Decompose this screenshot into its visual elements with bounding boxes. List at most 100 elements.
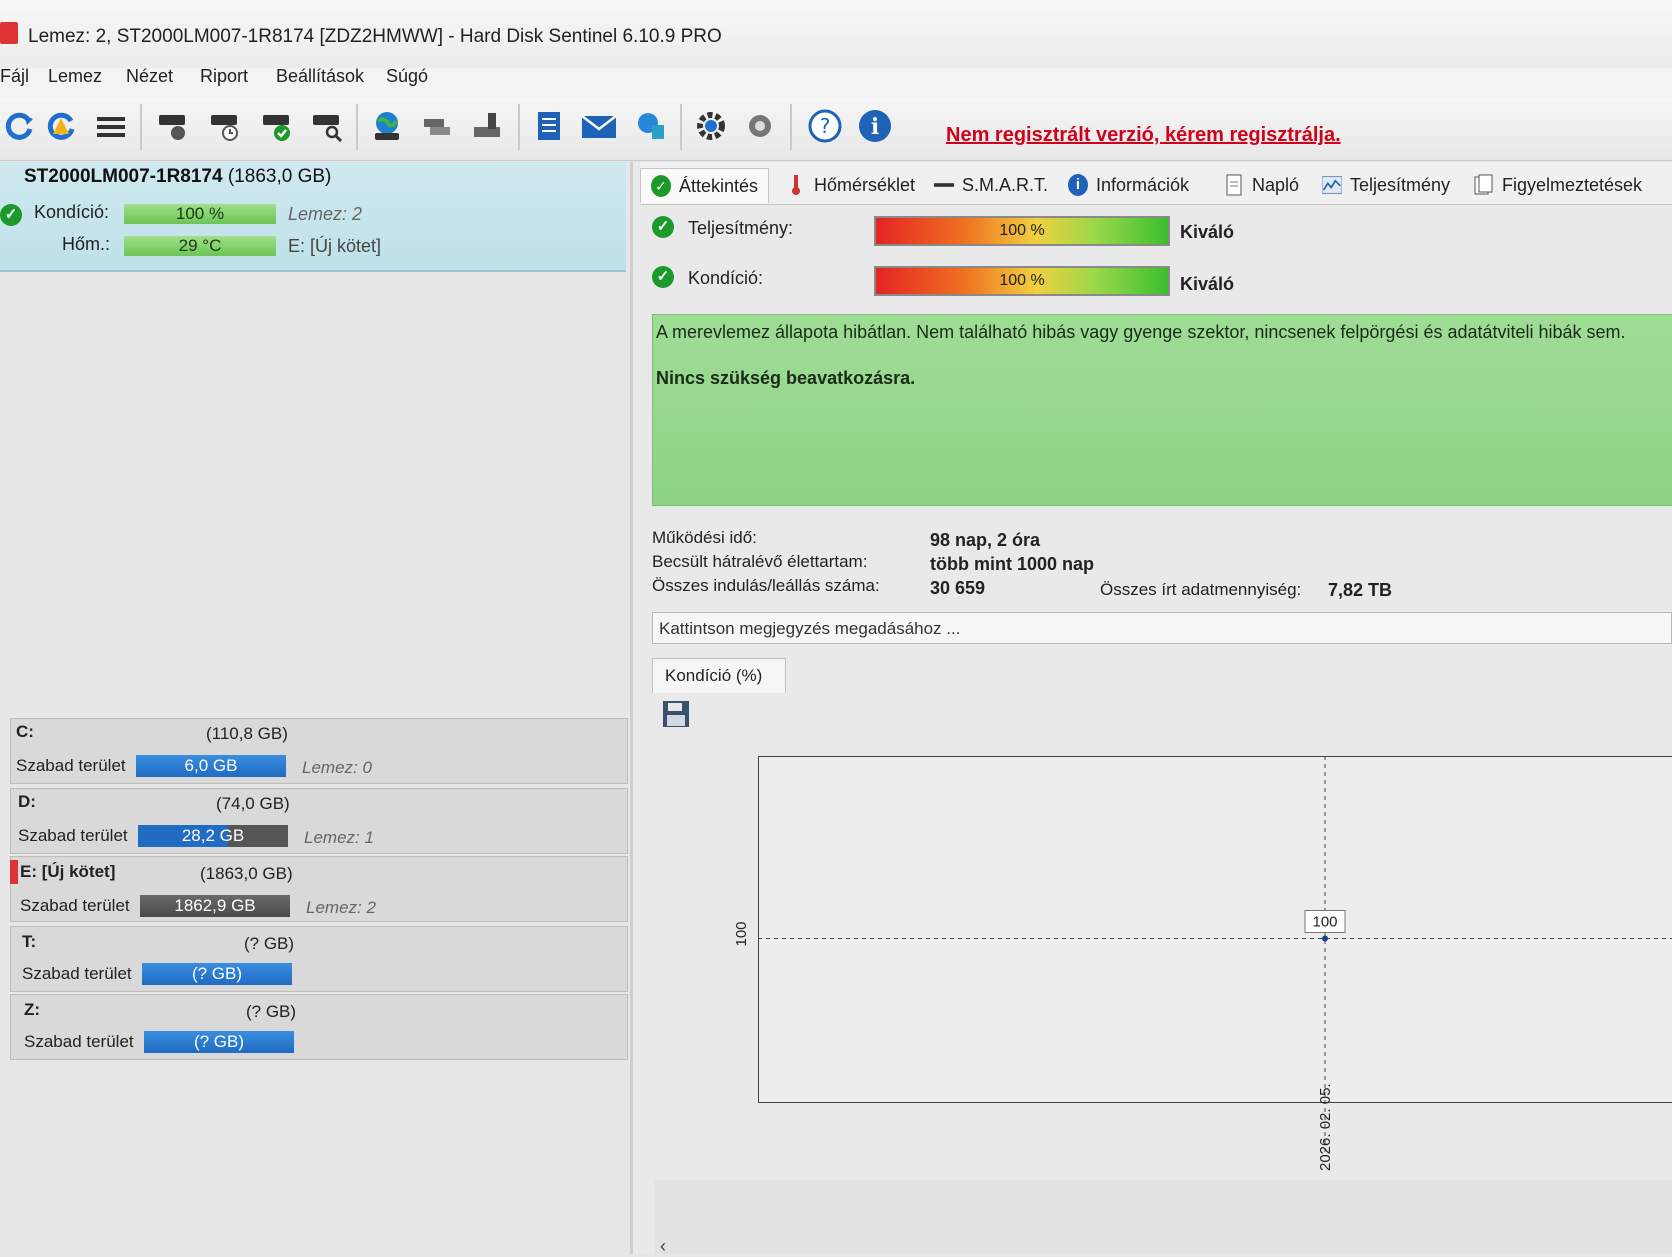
free-space-bar: (? GB): [144, 1031, 294, 1053]
tab-temperature[interactable]: Hőmérséklet: [786, 168, 915, 202]
toolbar-separator: [356, 104, 358, 150]
data-point: [1322, 935, 1328, 942]
start-stop-label: Összes indulás/leállás száma:: [652, 576, 880, 595]
help-icon[interactable]: ?: [806, 106, 844, 146]
check-circle-icon: ✓: [652, 216, 674, 238]
free-space-label: Szabad terület: [20, 896, 130, 915]
x-tick-label: 2026. 02. 05.: [1317, 1083, 1334, 1171]
tab-performance[interactable]: Teljesítmény: [1322, 168, 1450, 202]
condition-bar: 100 %: [874, 266, 1170, 296]
volume-name: T:: [22, 932, 37, 951]
tab-label: Információk: [1096, 174, 1190, 195]
condition-rating: Kiváló: [1180, 274, 1235, 294]
volume-disk: Lemez: 0: [302, 758, 372, 777]
volume-name: D:: [18, 792, 36, 811]
volume-name: Z:: [24, 1000, 41, 1019]
free-space-bar: (? GB): [142, 963, 292, 985]
tab-overview[interactable]: ✓ Áttekintés: [640, 168, 770, 203]
svg-text:?: ?: [820, 114, 831, 138]
tab-log[interactable]: Napló: [1224, 168, 1299, 202]
menu-report[interactable]: Riport: [200, 66, 248, 87]
point-label: 100: [1312, 914, 1337, 931]
condition-label: Kondíció:: [688, 268, 764, 288]
app-logo-icon: [0, 22, 18, 44]
disk-check-icon[interactable]: [258, 106, 296, 146]
volume-name: E: [Új kötet]: [20, 862, 116, 881]
volume-size: (? GB): [244, 934, 295, 953]
performance-bar: 100 %: [874, 216, 1170, 246]
report-icon[interactable]: [530, 106, 568, 146]
menu-file[interactable]: Fájl: [0, 66, 29, 87]
volume-size: (74,0 GB): [216, 794, 290, 813]
remaining-life-label: Becsült hátralévő élettartam:: [652, 552, 868, 571]
globe-disk-icon[interactable]: [368, 106, 406, 146]
disk-list-pane: [0, 162, 633, 1254]
y-tick-label: 100: [733, 921, 750, 946]
refresh-icon[interactable]: [0, 106, 38, 146]
minus-icon: [934, 175, 954, 195]
disk-temp-label: Hőm.:: [62, 234, 111, 254]
disk-schedule-icon[interactable]: [206, 106, 244, 146]
toolbar-separator: [140, 104, 142, 150]
status-message: A merevlemez állapota hibátlan. Nem talá…: [656, 322, 1626, 342]
disk-model: ST2000LM007-1R8174: [24, 166, 223, 187]
check-circle-icon: ✓: [0, 204, 22, 226]
volume-disk: Lemez: 1: [304, 828, 374, 847]
toolbar-separator: [518, 104, 520, 150]
action-message: Nincs szükség beavatkozásra.: [656, 368, 916, 388]
condition-chart-svg: 100 100 2026. 02. 05.: [733, 756, 1672, 1171]
note-input[interactable]: Kattintson megjegyzés megadásához ...: [652, 612, 1672, 644]
menu-disk[interactable]: Lemez: [48, 66, 102, 87]
volume-size: (110,8 GB): [206, 724, 288, 743]
tab-label: S.M.A.R.T.: [962, 174, 1049, 195]
free-space-label: Szabad terület: [22, 964, 132, 983]
performance-rating: Kiváló: [1180, 222, 1235, 242]
written-data-value: 7,82 TB: [1328, 580, 1393, 600]
performance-label: Teljesítmény:: [688, 218, 794, 238]
volume-size: (1863,0 GB): [200, 864, 293, 883]
disk-condition-bar: 100 %: [124, 204, 276, 224]
free-space-label: Szabad terület: [24, 1032, 134, 1051]
backup-icon[interactable]: [418, 106, 456, 146]
info-icon[interactable]: i: [856, 106, 894, 146]
performance-chart-icon: [1322, 175, 1342, 195]
disk-size: (1863,0 GB): [227, 166, 332, 187]
register-link[interactable]: Nem regisztrált verzió, kérem regisztrál…: [946, 124, 1341, 147]
menu-view[interactable]: Nézet: [126, 66, 173, 87]
free-space-bar: 1862,9 GB: [140, 895, 290, 917]
disk-test-icon[interactable]: [154, 106, 192, 146]
document-icon: [1224, 174, 1244, 196]
remaining-life-value: több mint 1000 nap: [930, 554, 1095, 574]
thermometer-icon: [786, 175, 806, 195]
disk-number: Lemez: 2: [288, 204, 363, 224]
tools-icon[interactable]: [468, 106, 506, 146]
drive-list-icon[interactable]: [92, 106, 130, 146]
tab-condition-chart[interactable]: Kondíció (%): [652, 658, 786, 693]
written-data-label: Összes írt adatmennyiség:: [1100, 580, 1302, 599]
free-space-bar: 28,2 GB: [138, 825, 288, 847]
tab-label: Figyelmeztetések: [1502, 174, 1643, 195]
disk-volume-label: E: [Új kötet]: [288, 236, 382, 256]
email-icon[interactable]: [580, 106, 618, 146]
network-icon[interactable]: [632, 106, 670, 146]
settings-gear-icon[interactable]: [692, 106, 730, 146]
free-space-bar: 6,0 GB: [136, 755, 286, 777]
volume-size: (? GB): [246, 1002, 297, 1021]
tab-alerts[interactable]: Figyelmeztetések: [1474, 168, 1642, 202]
toolbar-separator: [790, 104, 792, 150]
uptime-value: 98 nap, 2 óra: [930, 530, 1041, 550]
save-icon[interactable]: [662, 700, 690, 728]
disk-condition-label: Kondíció:: [34, 202, 110, 222]
refresh-alert-icon[interactable]: [42, 106, 80, 146]
tab-label: Áttekintés: [679, 175, 759, 196]
menu-help[interactable]: Súgó: [386, 66, 428, 87]
tab-information[interactable]: i Információk: [1068, 168, 1189, 202]
tab-label: Teljesítmény: [1350, 174, 1451, 195]
volume-disk: Lemez: 2: [306, 898, 376, 917]
sound-icon[interactable]: [742, 106, 780, 146]
free-space-label: Szabad terület: [16, 756, 126, 775]
menu-settings[interactable]: Beállítások: [276, 66, 364, 87]
tab-smart[interactable]: S.M.A.R.T.: [934, 168, 1048, 202]
disk-search-icon[interactable]: [308, 106, 346, 146]
start-stop-value: 30 659: [930, 578, 986, 598]
